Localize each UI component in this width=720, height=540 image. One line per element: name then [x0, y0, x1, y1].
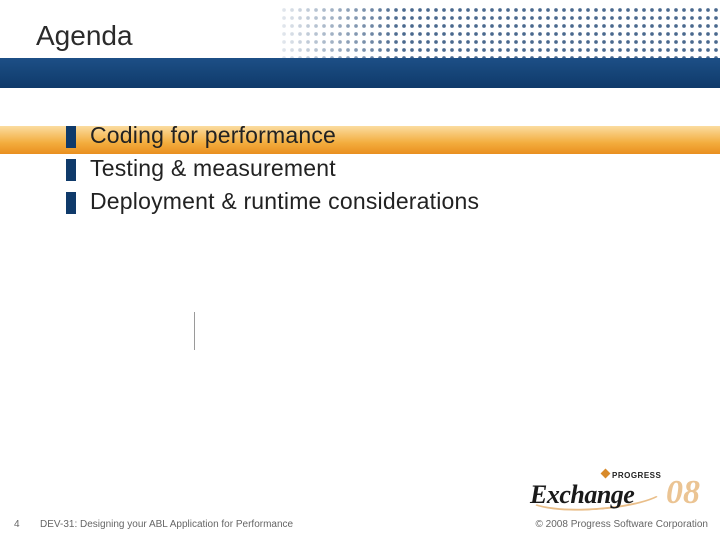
cursor-mark — [194, 312, 195, 350]
bullet-icon — [66, 126, 76, 148]
slide: Agenda Coding for performance Testing & … — [0, 0, 720, 540]
bullet-icon — [66, 192, 76, 214]
list-item-text: Deployment & runtime considerations — [90, 188, 479, 215]
list-item: Coding for performance — [66, 122, 479, 149]
page-title: Agenda — [36, 20, 133, 52]
logo-brand: PROGRESS — [602, 470, 661, 480]
bullet-list: Coding for performance Testing & measure… — [66, 122, 479, 221]
footer: 4 DEV-31: Designing your ABL Application… — [0, 480, 720, 540]
list-item: Deployment & runtime considerations — [66, 188, 479, 215]
list-item-text: Coding for performance — [90, 122, 336, 149]
footer-copyright: © 2008 Progress Software Corporation — [536, 519, 708, 530]
footer-session: DEV-31: Designing your ABL Application f… — [40, 519, 293, 530]
bullet-icon — [66, 159, 76, 181]
title-band: Agenda — [0, 6, 720, 78]
page-number: 4 — [14, 519, 20, 530]
list-item: Testing & measurement — [66, 155, 479, 182]
list-item-text: Testing & measurement — [90, 155, 336, 182]
